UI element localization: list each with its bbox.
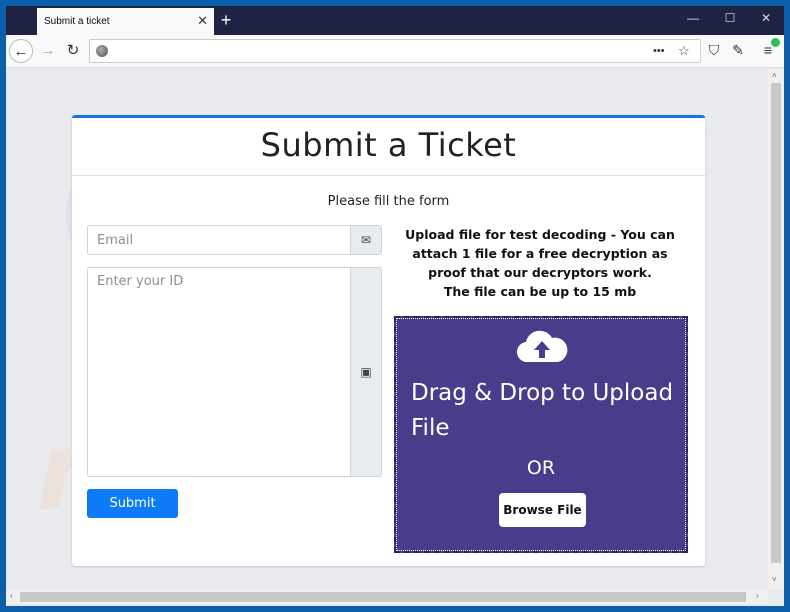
vertical-scroll-thumb[interactable] xyxy=(771,83,781,563)
tab-title: Submit a ticket xyxy=(44,16,110,27)
upload-instructions: Upload file for test decoding - You can … xyxy=(395,225,685,301)
id-group: ▣ xyxy=(87,267,382,477)
scroll-right-icon[interactable]: › xyxy=(756,591,759,600)
maximize-button[interactable]: ☐ xyxy=(720,11,740,25)
scroll-down-icon[interactable]: ˅ xyxy=(772,575,777,584)
ticket-card: Submit a Ticket Please fill the form ✉ ▣… xyxy=(72,115,705,566)
horizontal-scrollbar[interactable]: ‹ › xyxy=(6,590,768,604)
back-button[interactable]: ← xyxy=(9,39,33,63)
update-badge-icon xyxy=(771,38,780,47)
new-tab-button[interactable]: + xyxy=(216,9,236,31)
id-badge-icon: ▣ xyxy=(350,268,381,476)
url-bar[interactable]: ••• ☆ xyxy=(89,39,701,63)
upload-text-main: Upload file for test decoding - You can … xyxy=(405,227,675,280)
close-tab-icon[interactable]: ✕ xyxy=(197,13,208,29)
page-title: Submit a Ticket xyxy=(260,126,517,164)
browse-file-button[interactable]: Browse File xyxy=(499,493,586,527)
tab-submit-ticket[interactable]: Submit a ticket ✕ xyxy=(37,8,214,35)
tab-bar: Submit a ticket ✕ + — ☐ ✕ xyxy=(6,6,784,35)
dropzone-or: OR xyxy=(526,457,556,479)
close-window-button[interactable]: ✕ xyxy=(756,11,776,25)
site-info-icon[interactable] xyxy=(96,45,108,57)
scroll-up-icon[interactable]: ˄ xyxy=(772,71,777,80)
forward-button[interactable]: → xyxy=(36,39,60,63)
shield-icon[interactable]: ⛉ xyxy=(704,42,724,59)
scroll-left-icon[interactable]: ‹ xyxy=(10,591,13,600)
id-input[interactable] xyxy=(88,268,350,476)
page-content: risk.com Submit a Ticket Please fill the… xyxy=(6,69,768,590)
email-group: ✉ xyxy=(87,225,382,255)
email-input[interactable] xyxy=(88,226,350,254)
extension-icon[interactable]: ✎ xyxy=(728,42,748,59)
menu-icon[interactable]: ≡ xyxy=(758,38,780,58)
envelope-icon: ✉ xyxy=(350,226,381,254)
submit-button[interactable]: Submit xyxy=(87,489,178,518)
nav-bar: ← → ↻ ••• ☆ ⛉ ✎ ≡ xyxy=(6,35,784,68)
divider xyxy=(72,175,705,176)
file-dropzone[interactable]: Drag & Drop to Upload File OR Browse Fil… xyxy=(394,316,688,553)
vertical-scrollbar[interactable]: ˄ ˅ xyxy=(768,69,784,590)
upload-text-size: The file can be up to 15 mb xyxy=(443,284,637,299)
bookmark-star-icon[interactable]: ☆ xyxy=(678,43,690,59)
horizontal-scroll-thumb[interactable] xyxy=(20,592,746,602)
minimize-button[interactable]: — xyxy=(683,11,703,25)
dropzone-title: Drag & Drop to Upload File xyxy=(411,380,674,441)
form-subtitle: Please fill the form xyxy=(327,194,450,209)
reload-button[interactable]: ↻ xyxy=(61,39,85,63)
cloud-upload-icon xyxy=(516,330,568,363)
page-actions-icon[interactable]: ••• xyxy=(653,45,665,57)
browser-window: Submit a ticket ✕ + — ☐ ✕ ← → ↻ ••• ☆ ⛉ … xyxy=(6,6,784,606)
